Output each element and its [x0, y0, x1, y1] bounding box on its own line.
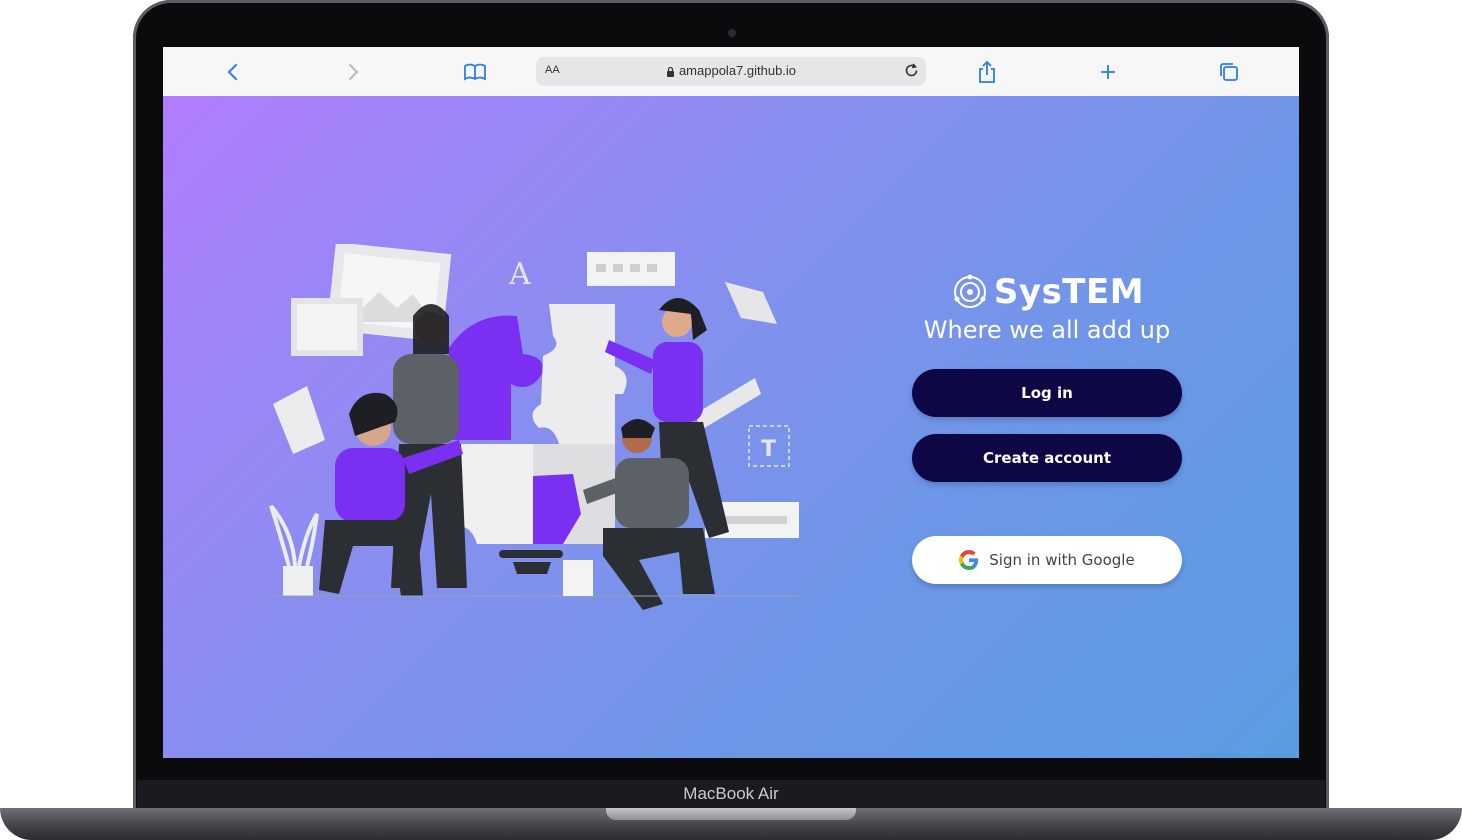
app-logo: SysTEM: [911, 272, 1183, 312]
svg-text:A: A: [508, 257, 531, 292]
tabs-icon: [1220, 63, 1238, 81]
browser-toolbar: AA amappola7.github.io: [163, 47, 1299, 97]
tagline: Where we all add up: [923, 316, 1171, 344]
svg-text:T: T: [761, 437, 776, 462]
screen: AA amappola7.github.io A T SysTEM Where …: [163, 47, 1299, 758]
webcam: [728, 29, 736, 37]
teamwork-illustration: A T: [269, 244, 799, 610]
google-signin-button[interactable]: Sign in with Google: [912, 536, 1182, 584]
new-tab-button[interactable]: [1094, 58, 1122, 86]
address-bar[interactable]: AA amappola7.github.io: [536, 57, 926, 86]
url-display[interactable]: amappola7.github.io: [536, 63, 926, 78]
back-icon: [227, 64, 237, 80]
laptop-notch: [606, 808, 856, 820]
bookmarks-icon: [464, 63, 486, 81]
reload-icon: [905, 63, 918, 77]
forward-icon: [349, 64, 359, 80]
url-text: amappola7.github.io: [678, 63, 797, 78]
create-account-button[interactable]: Create account: [912, 434, 1182, 482]
bookmarks-button[interactable]: [461, 58, 489, 86]
new-tab-icon: [1101, 65, 1115, 79]
back-button[interactable]: [219, 58, 247, 86]
app-name: SysTEM: [993, 272, 1145, 312]
landing-page: A T SysTEM Where we all add up Log in Cr…: [163, 96, 1299, 758]
device-label: MacBook Air: [683, 784, 779, 803]
tabs-overview-button[interactable]: [1215, 58, 1243, 86]
login-button[interactable]: Log in: [912, 369, 1182, 417]
forward-button[interactable]: [339, 58, 367, 86]
system-logo-icon: [953, 274, 986, 308]
lock-icon: [666, 66, 674, 77]
reload-button[interactable]: [903, 62, 920, 83]
google-icon: [959, 550, 979, 570]
share-button[interactable]: [973, 58, 1001, 86]
share-icon: [979, 60, 995, 83]
google-signin-label: Sign in with Google: [989, 551, 1135, 569]
brand-block: SysTEM Where we all add up: [911, 272, 1183, 344]
